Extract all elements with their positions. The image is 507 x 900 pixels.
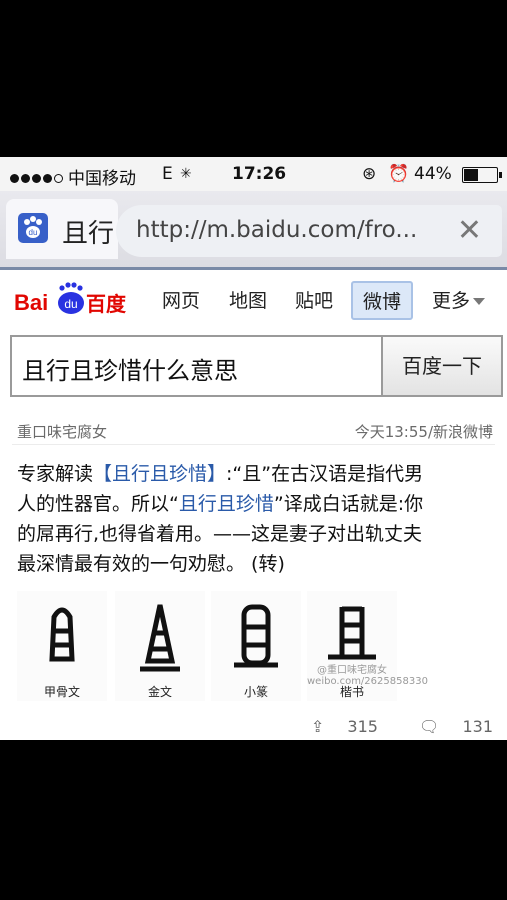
svg-text:du: du <box>64 297 77 311</box>
signal-icon <box>10 168 65 188</box>
post-line: 人的性器官。所以“且行且珍惜”译成白话就是:你 <box>17 493 424 515</box>
search-input[interactable]: 且行且珍惜什么意思 <box>22 351 238 386</box>
address-bar[interactable]: http://m.baidu.com/fro... ✕ <box>116 205 502 257</box>
svg-text:du: du <box>29 228 38 237</box>
post-image-seal[interactable]: 小篆 <box>211 591 301 701</box>
loading-spinner-icon: ✳ <box>180 166 192 182</box>
nav-map[interactable]: 地图 <box>229 286 267 313</box>
phone-screen: 中国移动 E ✳ 17:26 ⊛ ⏰ 44% du 且行 http://m.ba… <box>0 157 507 740</box>
seal-glyph-icon <box>234 604 278 668</box>
post-image-bronze[interactable]: 金文 <box>115 591 205 701</box>
image-caption: 小篆 <box>243 685 268 699</box>
nav-webpage[interactable]: 网页 <box>162 286 200 313</box>
clock: 17:26 <box>232 164 287 184</box>
repost-button[interactable]: ⇪ 315 <box>293 717 378 736</box>
repost-count: 315 <box>347 717 378 736</box>
bronze-glyph-icon <box>140 604 180 672</box>
baidu-header: Bai du 百度 网页 地图 贴吧 微博 更多 <box>0 270 507 327</box>
status-bar: 中国移动 E ✳ 17:26 ⊛ ⏰ 44% <box>0 157 507 191</box>
post-image-oracle[interactable]: 甲骨文 <box>17 591 107 701</box>
divider <box>12 444 495 445</box>
carrier-label: 中国移动 <box>68 169 136 189</box>
comment-count: 131 <box>462 717 493 736</box>
post-line: 专家解读【且行且珍惜】:“且”在古汉语是指代男 <box>17 463 424 485</box>
baidu-logo[interactable]: Bai du 百度 <box>14 280 134 320</box>
image-caption: 金文 <box>147 685 172 699</box>
battery-icon <box>462 167 502 183</box>
svg-text:百度: 百度 <box>86 292 127 316</box>
tab-title: 且行 <box>62 219 115 249</box>
post-source[interactable]: /新浪微博 <box>428 423 493 441</box>
svg-text:Bai: Bai <box>14 290 48 315</box>
network-label: E <box>162 164 173 184</box>
post-body: 专家解读【且行且珍惜】:“且”在古汉语是指代男 人的性器官。所以“且行且珍惜”译… <box>17 459 497 579</box>
oracle-glyph-icon <box>49 607 75 662</box>
baidu-paw-icon: du <box>18 213 48 243</box>
chevron-down-icon <box>473 298 486 305</box>
post-meta: 今天13:55/新浪微博 <box>355 421 493 442</box>
image-caption: 楷书 <box>339 685 364 699</box>
nav-more[interactable]: 更多 <box>432 286 486 313</box>
search-box: 且行且珍惜什么意思 百度一下 <box>10 335 503 397</box>
post-line: 的屌再行,也得省着用。——这是妻子对出轨丈夫 <box>17 523 423 545</box>
battery-percent: 44% <box>414 164 452 184</box>
url-text: http://m.baidu.com/fro... <box>136 217 418 243</box>
nav-weibo[interactable]: 微博 <box>351 281 414 320</box>
image-caption: 甲骨文 <box>43 685 80 699</box>
post-line: 最深情最有效的一句劝慰。 (转) <box>17 553 285 575</box>
comment-icon: 🗨 <box>419 717 440 736</box>
post-stats: ⇪ 315 🗨 131 <box>275 717 493 736</box>
comment-button[interactable]: 🗨 131 <box>401 717 493 736</box>
nav-more-label: 更多 <box>432 290 471 312</box>
nav-tieba[interactable]: 贴吧 <box>295 286 333 313</box>
post-author[interactable]: 重口味宅腐女 <box>17 421 107 442</box>
browser-tab[interactable]: du 且行 <box>6 199 118 259</box>
post-time: 今天13:55 <box>354 423 428 441</box>
browser-toolbar: du 且行 http://m.baidu.com/fro... ✕ <box>0 191 507 269</box>
weibo-post: 重口味宅腐女 今天13:55/新浪微博 专家解读【且行且珍惜】:“且”在古汉语是… <box>0 401 507 740</box>
lock-rotation-icon: ⊛ <box>362 164 377 184</box>
repost-icon: ⇪ <box>310 717 325 736</box>
alarm-icon: ⏰ <box>388 164 410 184</box>
post-image-regular[interactable]: @重口味宅腐女 weibo.com/2625858330 楷书 <box>307 591 428 701</box>
close-icon[interactable]: ✕ <box>457 213 482 248</box>
search-button[interactable]: 百度一下 <box>381 337 501 395</box>
